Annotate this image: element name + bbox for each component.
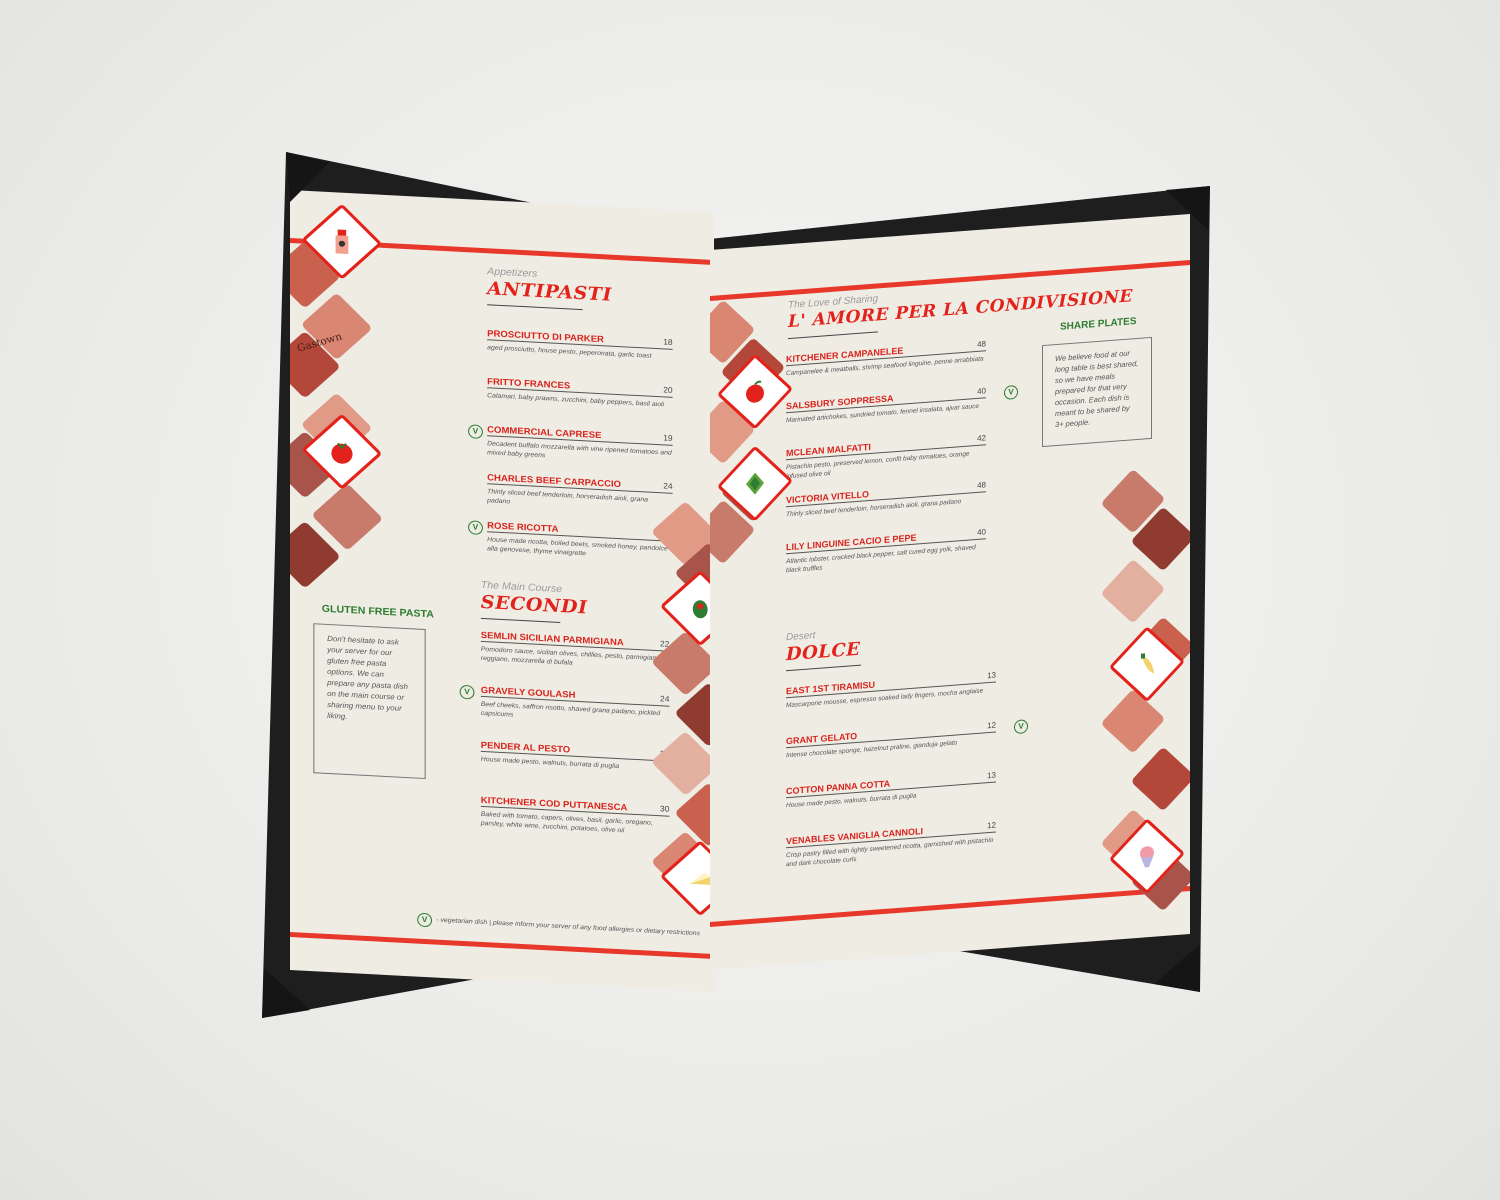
menu-item-price: 30 [660,804,670,814]
footer-veg-badge: V [417,912,433,928]
menu-item: LILY LINGUINE CACIO E PEPE 40 Atlantic lob… [786,527,986,575]
menu-item-price: 48 [977,339,986,349]
vegetarian-badge: V [468,424,483,440]
share-plates-box: We believe food at our long table is bes… [1042,336,1152,448]
menu-item: KITCHENER CAMPANELEE 48 Campanelee & meatb… [786,339,986,378]
menu-item: VICTORIA VITELLO 48 Thinly sliced beef ten… [786,480,986,519]
menu-item-price: 40 [977,386,986,396]
menu-item-price: 13 [987,670,996,681]
menu-item: VENABLES VANIGLIA CANNOLI 12 Crisp pastry … [786,821,996,870]
menu-item-price: 24 [663,481,673,491]
menu-item-price: 12 [987,720,996,731]
vegetarian-badge: V [468,520,483,536]
menu-item: FRITTO FRANCES 20 Calamari, baby prawns, z… [487,376,673,410]
menu-item-price: 40 [977,527,986,537]
menu-item: SALSBURY SOPPRESSA 40 Marinated artichokes… [786,386,986,425]
menu-item-price: 13 [987,770,996,781]
secondi-title: SECONDI [480,591,588,619]
apple-icon [741,377,769,407]
gluten-free-title: GLUTEN FREE PASTA [321,603,434,621]
menu-item: GRAVELY GOULASH 24 Beef cheeks, saffron ri… [480,685,670,728]
menu-item-price: 48 [977,480,986,490]
menu-item-price: 42 [977,433,986,443]
menu-item: PROSCIUTTO DI PARKER 18 aged prosciutto, h… [487,328,673,362]
bottle-icon [327,227,357,257]
menu-item-price: 24 [660,694,670,704]
right-page: The Love of Sharing L' AMORE PER LA COND… [710,214,1190,970]
pepper-icon [1133,649,1161,679]
antipasti-underline [487,304,583,311]
menu-item-price: 19 [663,433,673,443]
decor-tile [1130,746,1190,812]
menu-item-price: 12 [987,820,996,831]
artichoke-icon [741,469,769,499]
menu-item: PENDER AL PESTO28House made pesto, walnu… [480,740,670,774]
vegetarian-badge: V [1004,384,1018,400]
decor-tile [1100,558,1166,624]
menu-item: CHARLES BEEF CARPACCIO 24 Thinly sliced be… [487,472,673,515]
menu-item-price: 20 [663,385,673,395]
menu-item: COMMERCIAL CAPRESE 19 Decadent buffalo moz… [487,424,673,467]
share-plates-text: We believe food at our long table is bes… [1055,348,1139,430]
gluten-free-box: Don't hesitate to ask your server for ou… [313,623,426,780]
bottom-rule [290,932,714,959]
dolce-title: DOLCE [786,638,861,666]
menu-item: KITCHENER COD PUTTANESCA 30 Baked with tom… [480,795,670,838]
dolce-underline [786,664,861,672]
menu-item: SEMLIN SICILIAN PARMIGIANA 22 Pomodoro sau… [480,630,670,673]
menu-photo: Appetizers ANTIPASTI PROSCIUTTO DI PARKE… [0,0,1500,1200]
gluten-free-text: Don't hesitate to ask your server for ou… [327,633,408,721]
left-page: Appetizers ANTIPASTI PROSCIUTTO DI PARKE… [290,190,714,992]
menu-item: EAST 1ST TIRAMISU 13 Mascarpone mousse, es… [786,671,996,711]
menu-item: MCLEAN MALFATTI 42 Pistachio pesto, preser… [786,433,986,481]
ice-cream-icon [1133,841,1161,871]
vegetarian-badge: V [459,684,475,700]
tomato-icon [327,437,357,467]
decor-tile [1100,688,1166,754]
footer-note: - vegetarian dish | please inform your s… [436,916,701,938]
share-plates-title: SHARE PLATES [1060,316,1137,333]
bottom-rule [710,886,1190,927]
secondi-underline [480,617,561,624]
menu-item: COTTON PANNA COTTA 13 House made pesto, wa… [786,771,996,811]
sharing-underline [788,331,878,340]
menu-item-price: 18 [663,337,673,347]
antipasti-title: ANTIPASTI [487,278,612,306]
menu-item: GRANT GELATO 12 Intense chocolate sponge, … [786,721,996,761]
dolce-eyebrow: Desert [786,630,816,644]
menu-item: ROSE RICOTTA18House made ricotta, boiled… [487,520,673,563]
vegetarian-badge: V [1014,719,1028,735]
